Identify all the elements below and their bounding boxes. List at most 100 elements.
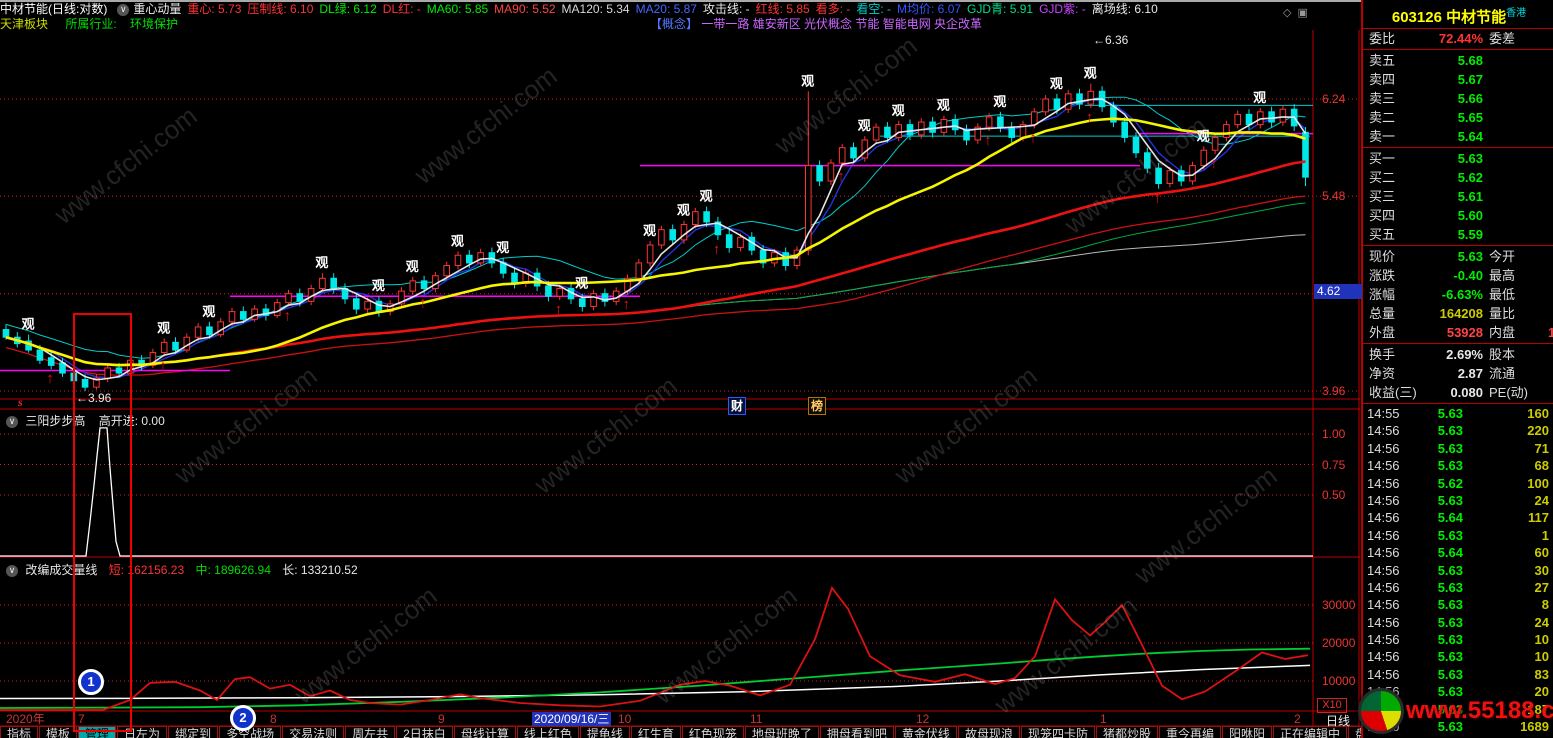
svg-text:观: 观: [643, 223, 656, 238]
quote-row[interactable]: 涨跌 -0.40 最高: [1363, 266, 1553, 285]
axis-price-tag: 4.62: [1314, 284, 1362, 299]
tick-row: 14:56 5.63 30: [1367, 562, 1549, 578]
svg-text:观: 观: [406, 259, 419, 274]
tick-row: 14:56 5.63 24: [1367, 492, 1549, 508]
time-axis-label[interactable]: 8: [270, 712, 277, 726]
svg-text:↑: ↑: [1154, 190, 1162, 207]
svg-text:观: 观: [202, 304, 215, 319]
menu-item[interactable]: 阳咻阳: [1222, 726, 1273, 738]
axis-label: 6.24: [1322, 92, 1346, 106]
quote-info: 现价 5.63 今开 涨跌 -0.40 最高 涨幅 -6.63% 最低 总量 164208 量比 外盘 5…: [1363, 247, 1553, 342]
menu-item[interactable]: 母线计算: [453, 726, 516, 738]
quote-row[interactable]: 外盘53928内盘1: [1363, 323, 1553, 342]
time-axis-label[interactable]: 2: [1294, 712, 1301, 726]
quote-row[interactable]: 买三 5.61: [1363, 187, 1553, 206]
menu-item[interactable]: 2日抹白: [396, 726, 453, 738]
menu-item[interactable]: 提龟线: [579, 726, 630, 738]
axis-label: 10000: [1322, 674, 1356, 688]
svg-text:↑: ↑: [713, 241, 721, 258]
quote-row[interactable]: 总量 164208 量比: [1363, 304, 1553, 323]
svg-text:↑: ↑: [984, 132, 992, 149]
menu-item[interactable]: 指标: [0, 726, 39, 738]
svg-text:↑: ↑: [159, 357, 167, 374]
tick-row: 14:56 5.63 71: [1367, 440, 1549, 456]
middle-panel-field-value: 0.00: [141, 414, 165, 428]
quote-row[interactable]: 涨幅 -6.63% 最低: [1363, 285, 1553, 304]
menu-item[interactable]: 地母班晚了: [744, 726, 819, 738]
annotation-circle-1: 1: [78, 669, 104, 695]
svg-text:↑: ↑: [837, 168, 845, 185]
chart-canvas[interactable]: 观观观观观观观 观观观观观观观观观观观观观观↑↑↑↑ ↑ ↑↑↑↑ ↑↑↑↑: [0, 0, 1360, 738]
tick-list[interactable]: 14:55 5.63 160 14:56 5.63 220 14:56 5.63 71 14:56…: [1363, 405, 1553, 735]
svg-text:观: 观: [157, 320, 170, 335]
vol-long-value: 133210.52: [300, 563, 358, 577]
annotation-circle-2: 2: [230, 705, 256, 731]
vol-long-label: 长: [282, 563, 295, 577]
menu-item[interactable]: 猪都炒股: [1095, 726, 1158, 738]
time-axis-label[interactable]: 2020年: [6, 712, 45, 726]
selection-box: [73, 313, 132, 732]
quote-row[interactable]: 收益(三) 0.080 PE(动): [1363, 383, 1553, 402]
menu-item[interactable]: 重今再编: [1158, 726, 1221, 738]
menu-item[interactable]: 红色现笼: [681, 726, 744, 738]
svg-text:观: 观: [1084, 66, 1097, 81]
menu-item[interactable]: 交易法则: [282, 726, 345, 738]
bid-levels: 买一 5.63 买二 5.62 买三 5.61 买四 5.60 买五 5.59: [1363, 149, 1553, 244]
chevron-down-icon[interactable]: ∨: [6, 564, 18, 577]
quote-row[interactable]: 卖四 5.67: [1363, 70, 1553, 89]
svg-text:观: 观: [700, 189, 713, 204]
menu-item[interactable]: 拥母看到吧: [819, 726, 894, 738]
time-axis-label[interactable]: 11: [750, 712, 762, 726]
tick-row: 14:56 5.62 100: [1367, 475, 1549, 491]
high-price-label: ←6.36: [1093, 33, 1129, 47]
menu-item[interactable]: 模板: [39, 726, 78, 738]
quote-row[interactable]: 卖三 5.66: [1363, 89, 1553, 108]
axis-label: 5.48: [1322, 189, 1346, 204]
menu-item[interactable]: 绑定到: [168, 726, 219, 738]
menu-item[interactable]: 周左共: [345, 726, 396, 738]
axis-label: 0.75: [1322, 457, 1346, 472]
time-axis-label[interactable]: 1: [1100, 712, 1107, 726]
quote-row[interactable]: 卖五 5.68: [1363, 51, 1553, 70]
quote-row[interactable]: 买五 5.59: [1363, 225, 1553, 244]
menu-item[interactable]: 线上红色: [516, 726, 579, 738]
menu-item[interactable]: 红生育: [630, 726, 681, 738]
time-axis-label[interactable]: 10: [618, 712, 631, 726]
menu-item[interactable]: 黄金伏线: [894, 726, 957, 738]
time-axis-label[interactable]: 9: [438, 712, 445, 726]
quote-row[interactable]: 现价 5.63 今开: [1363, 247, 1553, 266]
cai-marker: 财: [728, 397, 746, 415]
quote-row[interactable]: 买二 5.62: [1363, 168, 1553, 187]
tick-row: 14:56 5.63 10: [1367, 632, 1549, 648]
svg-text:观: 观: [575, 276, 588, 291]
quote-row[interactable]: 卖二 5.65: [1363, 108, 1553, 127]
weibi-value: 72.44%: [1438, 31, 1483, 46]
date-cursor-label[interactable]: 2020/09/16/三: [532, 712, 612, 726]
quote-row[interactable]: 卖一 5.64: [1363, 127, 1553, 146]
tick-row: 14:56 5.63 8: [1367, 597, 1549, 613]
tick-row: 14:55 5.63 160: [1367, 406, 1549, 421]
chevron-down-icon[interactable]: ∨: [6, 415, 18, 428]
quote-row[interactable]: 买一 5.63: [1363, 149, 1553, 168]
svg-text:↑: ↑: [419, 295, 427, 312]
menu-item[interactable]: 故母现浪: [957, 726, 1020, 738]
site-watermark: www.55188.com: [1358, 688, 1553, 734]
period-selector[interactable]: 日线: [1326, 712, 1350, 729]
time-axis-label[interactable]: 12: [916, 712, 929, 726]
tick-row: 14:56 5.63 220: [1367, 423, 1549, 439]
svg-text:观: 观: [937, 98, 950, 113]
svg-text:观: 观: [372, 278, 385, 293]
svg-text:观: 观: [801, 73, 814, 88]
menu-item[interactable]: 现笼四卡防: [1020, 726, 1095, 738]
vol-short-value: 162156.23: [127, 563, 185, 577]
axis-label: 1.00: [1322, 427, 1346, 441]
quote-row[interactable]: 净资 2.87 流通: [1363, 364, 1553, 383]
volume-panel-header: ∨ 改编成交量线 短: 162156.23 中: 189626.94 长: 13…: [2, 563, 358, 577]
svg-text:↑: ↑: [46, 370, 54, 387]
svg-text:观: 观: [496, 240, 509, 255]
svg-text:观: 观: [677, 203, 690, 218]
quote-row[interactable]: 换手 2.69% 股本: [1363, 345, 1553, 364]
svg-text:↑: ↑: [623, 296, 631, 313]
time-axis[interactable]: 2020年 7 8 9 2020/09/16/三 10 11 12 1 2: [0, 712, 1360, 726]
quote-row[interactable]: 买四 5.60: [1363, 206, 1553, 225]
